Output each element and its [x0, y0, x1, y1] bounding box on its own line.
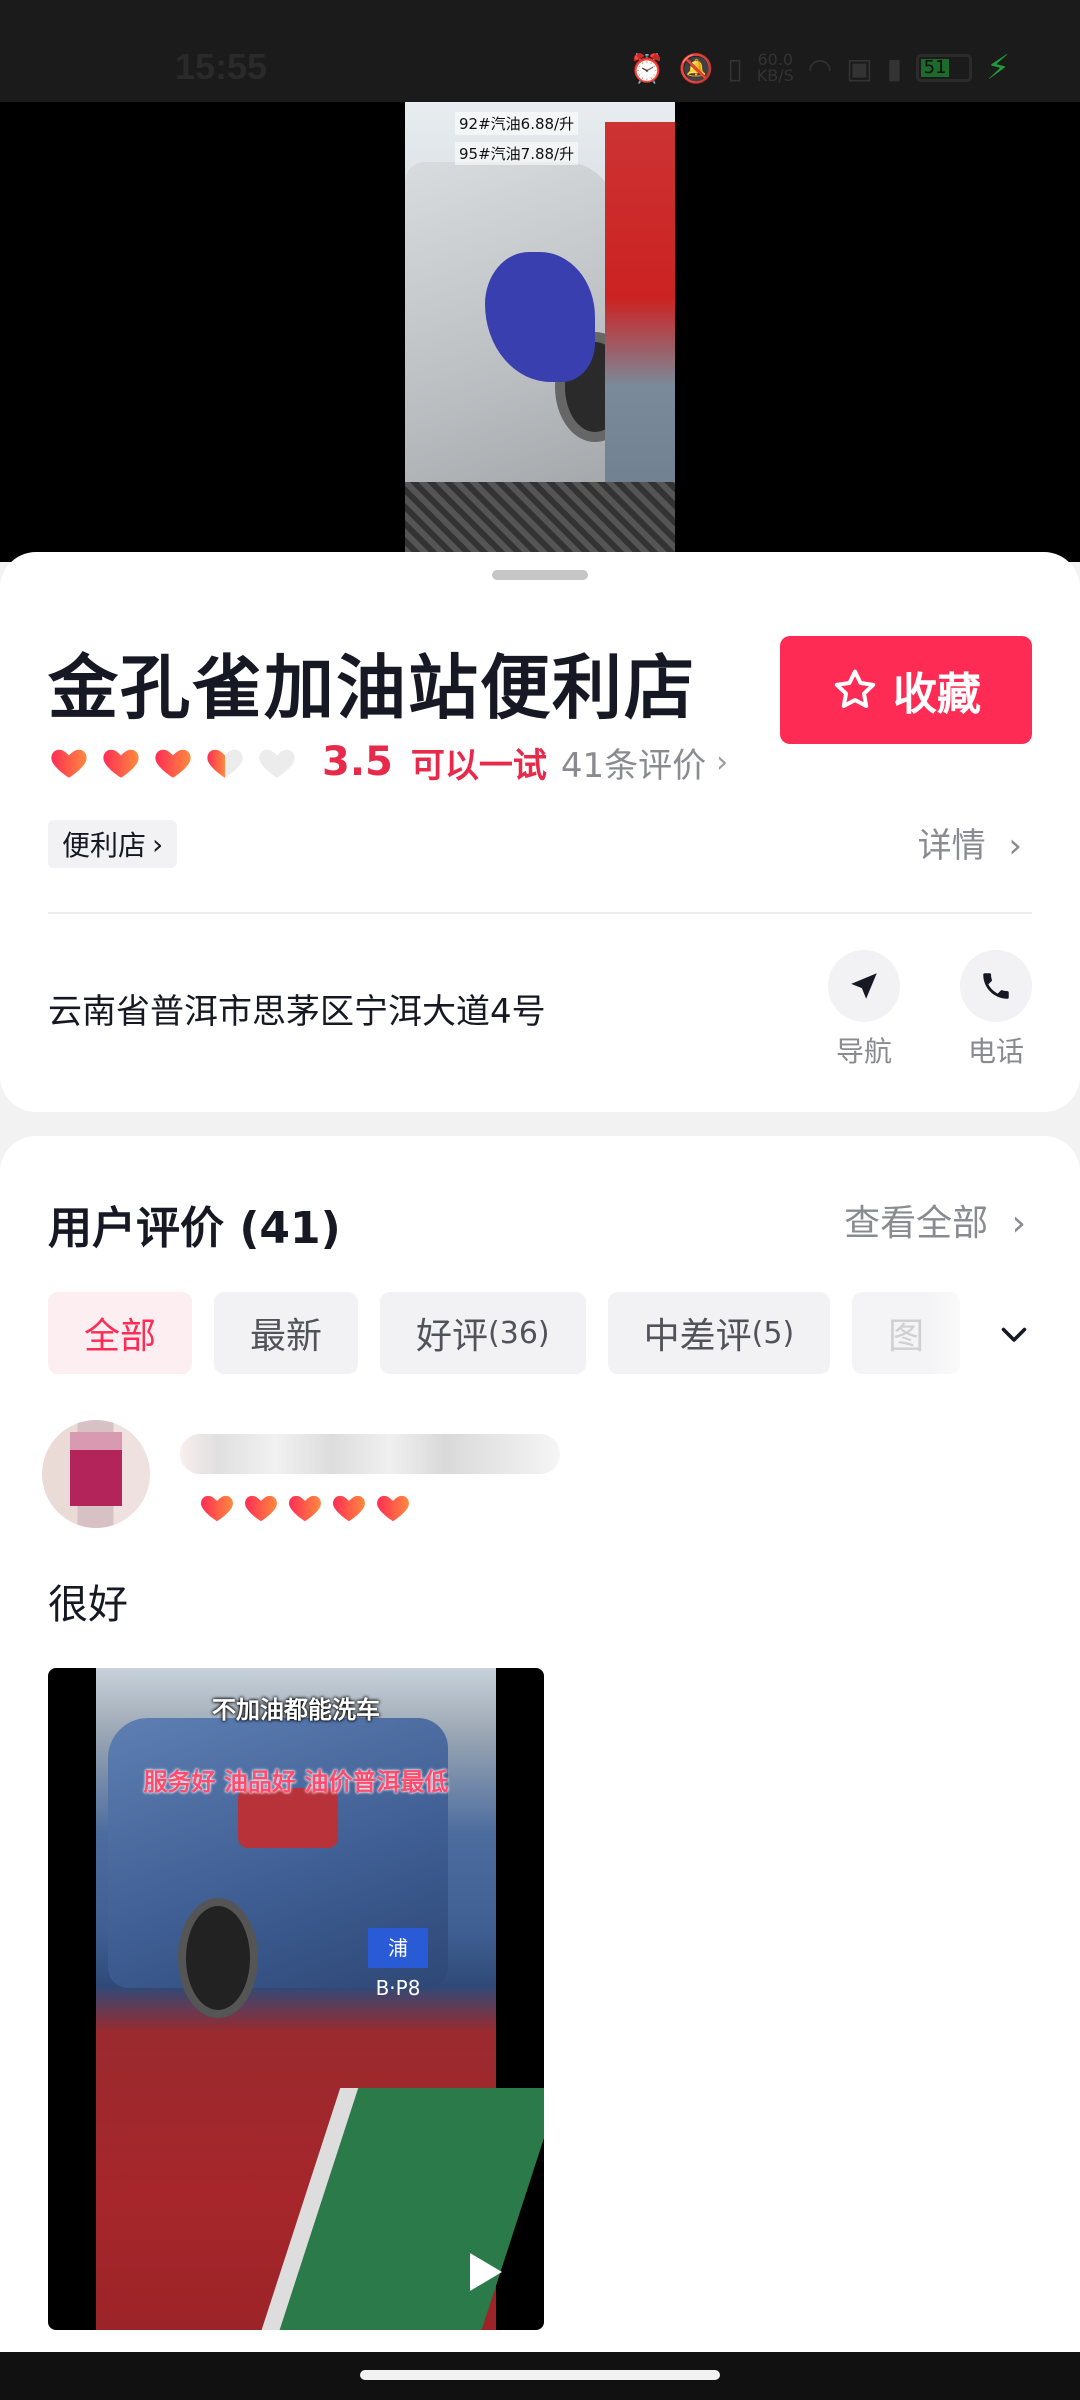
expand-filters-button[interactable]	[930, 1286, 1080, 1382]
see-all-link[interactable]: 查看全部 ›	[844, 1194, 1026, 1246]
favorite-label: 收藏	[893, 669, 981, 720]
review-heart-icon	[289, 1495, 321, 1522]
star-icon	[834, 669, 876, 708]
navigation-label: 导航	[835, 1035, 892, 1068]
review-heart-icon	[333, 1495, 365, 1522]
status-bar: 15:55 ⏰ 🔕 ▯ 60.0 KB/S ◠ ▣ ▮ 51 ⚡	[0, 0, 1080, 102]
navigation-button[interactable]: 导航	[824, 950, 904, 1070]
review-filters: 全部 最新 好评 (36) 中差评 (5) 图	[48, 1292, 961, 1374]
category-tag[interactable]: 便利店 ›	[48, 820, 178, 868]
wifi-icon: ◠	[807, 51, 833, 85]
network-speed: 60.0 KB/S	[756, 50, 794, 85]
battery-icon: 51	[916, 54, 973, 82]
hd-icon: ▣	[846, 51, 873, 85]
alarm-icon: ⏰	[629, 51, 665, 85]
video-price-92: 92#汽油6.88/升	[455, 112, 579, 135]
video-floor	[405, 482, 675, 562]
chevron-right-icon: ›	[152, 827, 164, 861]
thumbnail-caption-2: 服务好 油品好 油价普洱最低	[143, 1768, 449, 1796]
drag-handle[interactable]	[492, 570, 588, 580]
chevron-right-icon: ›	[1008, 826, 1022, 866]
filter-all[interactable]: 全部	[48, 1292, 193, 1374]
video-price-95: 95#汽油7.88/升	[455, 142, 579, 165]
shop-address[interactable]: 云南省普洱市思茅区宁洱大道4号	[48, 984, 546, 1033]
shop-video[interactable]: 92#汽油6.88/升 95#汽油7.88/升	[0, 102, 1080, 562]
review-count: 41条评价	[560, 745, 707, 786]
status-icons: ⏰ 🔕 ▯ 60.0 KB/S ◠ ▣ ▮ 51 ⚡	[630, 48, 1010, 88]
chevron-right-icon: ›	[716, 744, 729, 780]
favorite-button[interactable]: 收藏	[780, 636, 1032, 744]
navigation-icon	[828, 950, 900, 1022]
rating-heart-icon	[155, 749, 191, 778]
signal-icon: ▮	[886, 51, 903, 85]
chevron-down-icon	[1001, 1327, 1027, 1342]
detail-link[interactable]: 详情 ›	[918, 818, 1022, 867]
phone-button[interactable]: 电话	[956, 950, 1036, 1070]
vibrate-icon: ▯	[727, 51, 743, 85]
play-icon	[470, 2253, 502, 2291]
rating-score: 3.5	[322, 739, 393, 785]
video-frame: 92#汽油6.88/升 95#汽油7.88/升	[405, 102, 675, 562]
divider	[48, 912, 1032, 914]
review-heart-icon	[201, 1495, 233, 1522]
chevron-right-icon: ›	[1011, 1203, 1026, 1244]
detail-label: 详情	[917, 826, 986, 866]
rating-row[interactable]: 3.5 可以一试 41条评价 ›	[48, 732, 728, 792]
category-label: 便利店	[62, 829, 147, 862]
charging-icon: ⚡	[986, 48, 1010, 88]
shop-name: 金孔雀加油站便利店	[48, 647, 696, 729]
phone-icon	[960, 950, 1032, 1022]
reviews-card: 用户评价 (41) 查看全部 › 全部 最新 好评 (36) 中差评 (5) 图 很…	[0, 1136, 1080, 2400]
mute-icon: 🔕	[678, 51, 714, 85]
see-all-label: 查看全部	[844, 1203, 989, 1244]
filter-latest[interactable]: 最新	[214, 1292, 359, 1374]
reviewer-name-blurred	[180, 1434, 560, 1474]
rating-heart-icon	[207, 749, 243, 778]
review-rating-hearts	[198, 1488, 418, 1526]
review-video-thumbnail[interactable]: 浦B·P8 不加油都能洗车 服务好 油品好 油价普洱最低	[48, 1668, 544, 2330]
reviewer-avatar[interactable]	[42, 1420, 150, 1528]
thumbnail-plate: 浦B·P8	[368, 1928, 428, 2000]
review-heart-icon	[377, 1495, 409, 1522]
status-time: 15:55	[175, 46, 268, 87]
review-text: 很好	[48, 1582, 128, 1628]
filter-positive[interactable]: 好评 (36)	[380, 1292, 586, 1374]
phone-label: 电话	[967, 1035, 1024, 1068]
reviews-title: 用户评价 (41)	[48, 1203, 341, 1254]
home-indicator[interactable]	[360, 2370, 720, 2380]
rating-hearts	[48, 741, 308, 783]
rating-heart-icon	[259, 749, 295, 778]
rating-tag: 可以一试	[410, 745, 547, 786]
thumbnail-caption-1: 不加油都能洗车	[212, 1696, 380, 1724]
filter-negative[interactable]: 中差评 (5)	[607, 1292, 831, 1374]
rating-heart-icon	[103, 749, 139, 778]
review-heart-icon	[245, 1495, 277, 1522]
shop-info-card: 金孔雀加油站便利店 收藏 3.5 可以一试 41条评价 › 便利店 › 详情 ›…	[0, 552, 1080, 1112]
rating-heart-icon	[51, 749, 87, 778]
